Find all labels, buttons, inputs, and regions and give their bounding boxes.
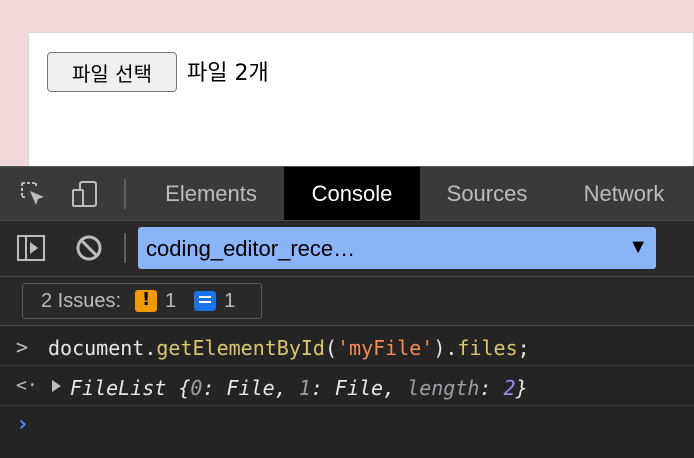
- issues-button[interactable]: 2 Issues: 1 1: [22, 283, 262, 319]
- console-input-line: > document.getElementById('myFile').file…: [0, 326, 694, 366]
- info-message-icon: [194, 291, 217, 311]
- console-prompt-line[interactable]: ›: [0, 406, 694, 458]
- tab-elements[interactable]: Elements: [138, 167, 284, 220]
- toolbar-divider: [124, 233, 126, 263]
- console-output-line: <· FileList {0: File, 1: File, length: 2…: [0, 366, 694, 406]
- page-body: 파일 선택 파일 2개: [28, 32, 694, 168]
- file-status-text: 파일 2개: [187, 61, 269, 86]
- chevron-right-icon: >: [16, 335, 29, 359]
- console-command[interactable]: document.getElementById('myFile').files;: [48, 336, 530, 360]
- expand-triangle-icon[interactable]: [52, 380, 61, 392]
- warning-icon: [135, 289, 158, 312]
- console-toolbar: coding_editor_rece… ▼: [0, 220, 694, 276]
- choose-file-button[interactable]: 파일 선택: [47, 52, 177, 92]
- return-arrow-icon: <·: [16, 375, 38, 396]
- issues-bar: 2 Issues: 1 1: [0, 276, 694, 326]
- issues-label: 2 Issues:: [41, 289, 122, 312]
- console-result[interactable]: FileList {0: File, 1: File, length: 2}: [70, 376, 528, 400]
- inspect-element-icon[interactable]: [18, 179, 48, 209]
- device-toolbar-icon[interactable]: [70, 179, 100, 209]
- toolbar-divider: [124, 179, 126, 209]
- prompt-chevron-icon: ›: [16, 412, 30, 437]
- tab-sources[interactable]: Sources: [420, 167, 554, 220]
- js-context-label: coding_editor_rece…: [146, 236, 356, 261]
- js-context-selector[interactable]: coding_editor_rece… ▼: [138, 227, 656, 269]
- info-count: 1: [224, 289, 236, 312]
- show-sidebar-icon[interactable]: [16, 233, 46, 263]
- clear-console-icon[interactable]: [74, 233, 104, 263]
- dropdown-arrow-icon: ▼: [628, 236, 648, 258]
- devtools-panel: Elements Console Sources Network coding_…: [0, 166, 694, 458]
- tab-network[interactable]: Network: [554, 167, 694, 220]
- tab-console[interactable]: Console: [284, 167, 420, 220]
- warning-count: 1: [165, 289, 177, 312]
- devtools-tabbar: Elements Console Sources Network: [0, 166, 694, 220]
